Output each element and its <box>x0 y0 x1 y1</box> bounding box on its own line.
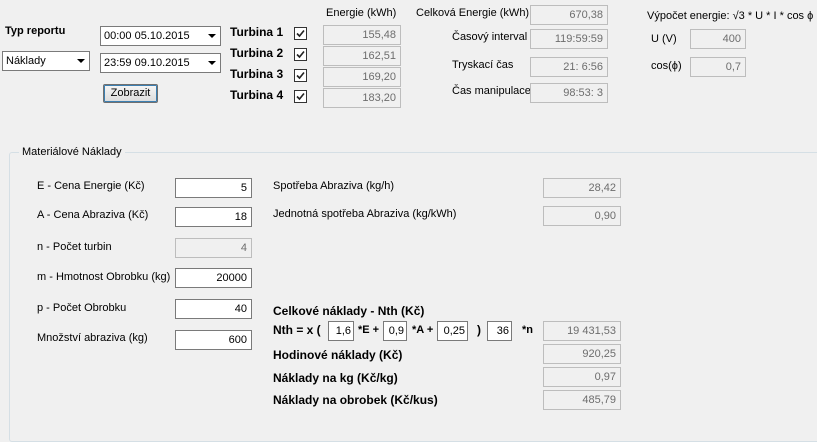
energy-column-header: Energie (kWh) <box>326 7 397 19</box>
turbine-2-checkbox[interactable] <box>294 48 307 61</box>
handling-time-label: Čas manipulace <box>452 85 531 97</box>
coef-3-input[interactable]: 0,25 <box>437 321 468 341</box>
chevron-down-icon <box>208 34 216 38</box>
energy-price-label: E - Cena Energie (Kč) <box>37 180 145 192</box>
show-button[interactable]: Zobrazit <box>103 84 158 103</box>
workpiece-count-input[interactable]: 40 <box>175 299 252 319</box>
costs-per-piece-label: Náklady na obrobek (Kč/kus) <box>273 393 438 407</box>
date-to-value: 23:59 09.10.2015 <box>104 57 190 69</box>
total-energy-label: Celková Energie (kWh) <box>416 7 530 19</box>
coef-2-input[interactable]: 0,9 <box>383 321 407 341</box>
turbine-2-label: Turbina 2 <box>230 46 284 60</box>
blast-time-value: 21: 6:56 <box>530 57 608 77</box>
turbine-2-energy: 162,51 <box>323 46 401 66</box>
formula-prefix: Nth = x ( <box>273 323 321 337</box>
hourly-costs-value: 920,25 <box>543 344 621 364</box>
coef-4-input[interactable]: 36 <box>487 321 512 341</box>
report-type-value: Náklady <box>6 55 46 67</box>
checkmark-icon <box>296 50 305 59</box>
formula-a-label: *A + <box>412 324 434 336</box>
turbine-3-label: Turbina 3 <box>230 67 284 81</box>
abrasive-price-label: A - Cena Abraziva (Kč) <box>37 209 149 221</box>
checkmark-icon <box>296 71 305 80</box>
total-costs-value: 19 431,53 <box>543 321 621 341</box>
costs-per-piece-value: 485,79 <box>543 390 621 410</box>
turbine-1-label: Turbina 1 <box>230 25 284 39</box>
date-from-value: 00:00 05.10.2015 <box>104 30 190 42</box>
report-type-select[interactable]: Náklady <box>2 51 90 71</box>
checkmark-icon <box>296 92 305 101</box>
time-interval-value: 119:59:59 <box>530 29 608 49</box>
workpiece-weight-input[interactable]: 20000 <box>175 268 252 288</box>
energy-price-input[interactable]: 5 <box>175 178 252 198</box>
turbine-count-label: n - Počet turbin <box>37 241 112 253</box>
material-costs-title: Materiálové Náklady <box>19 146 125 158</box>
cos-phi-value: 0,7 <box>690 57 746 77</box>
turbine-1-checkbox[interactable] <box>294 27 307 40</box>
abrasive-consumption-value: 28,42 <box>543 178 621 198</box>
abrasive-amount-input[interactable]: 600 <box>175 330 252 350</box>
unit-consumption-label: Jednotná spotřeba Abraziva (kg/kWh) <box>273 208 457 220</box>
formula-n-label: *n <box>522 324 533 336</box>
formula-e-label: *E + <box>358 324 380 336</box>
turbine-1-energy: 155,48 <box>323 25 401 45</box>
turbine-4-label: Turbina 4 <box>230 88 284 102</box>
turbine-count-value: 4 <box>175 238 252 258</box>
workpiece-weight-label: m - Hmotnost Obrobku (kg) <box>37 271 171 283</box>
voltage-value: 400 <box>690 29 746 49</box>
turbine-3-energy: 169,20 <box>323 67 401 87</box>
abrasive-consumption-label: Spotřeba Abraziva (kg/h) <box>273 180 395 192</box>
turbine-4-checkbox[interactable] <box>294 90 307 103</box>
blast-time-label: Tryskací čas <box>452 59 514 71</box>
unit-consumption-value: 0,90 <box>543 206 621 226</box>
abrasive-price-input[interactable]: 18 <box>175 207 252 227</box>
abrasive-amount-label: Množství abraziva (kg) <box>37 332 148 344</box>
handling-time-value: 98:53: 3 <box>530 83 608 103</box>
checkmark-icon <box>296 29 305 38</box>
energy-formula-label: Výpočet energie: √3 * U * I * cos ϕ <box>647 10 814 22</box>
time-interval-label: Časový interval <box>452 31 528 43</box>
formula-close: ) <box>477 323 481 337</box>
date-to-picker[interactable]: 23:59 09.10.2015 <box>100 53 221 73</box>
total-energy-value: 670,38 <box>530 5 608 25</box>
date-from-picker[interactable]: 00:00 05.10.2015 <box>100 26 221 46</box>
coef-1-input[interactable]: 1,6 <box>328 321 354 341</box>
total-costs-label: Celkové náklady - Nth (Kč) <box>273 304 425 318</box>
cos-phi-label: cos(ϕ) <box>651 60 682 72</box>
chevron-down-icon <box>77 59 85 63</box>
workpiece-count-label: p - Počet Obrobku <box>37 302 127 314</box>
hourly-costs-label: Hodinové náklady (Kč) <box>273 348 403 362</box>
report-type-label: Typ reportu <box>5 25 66 37</box>
chevron-down-icon <box>208 61 216 65</box>
costs-per-kg-value: 0,97 <box>543 367 621 387</box>
costs-per-kg-label: Náklady na kg (Kč/kg) <box>273 371 398 385</box>
voltage-label: U (V) <box>651 33 677 45</box>
turbine-3-checkbox[interactable] <box>294 69 307 82</box>
turbine-4-energy: 183,20 <box>323 88 401 108</box>
